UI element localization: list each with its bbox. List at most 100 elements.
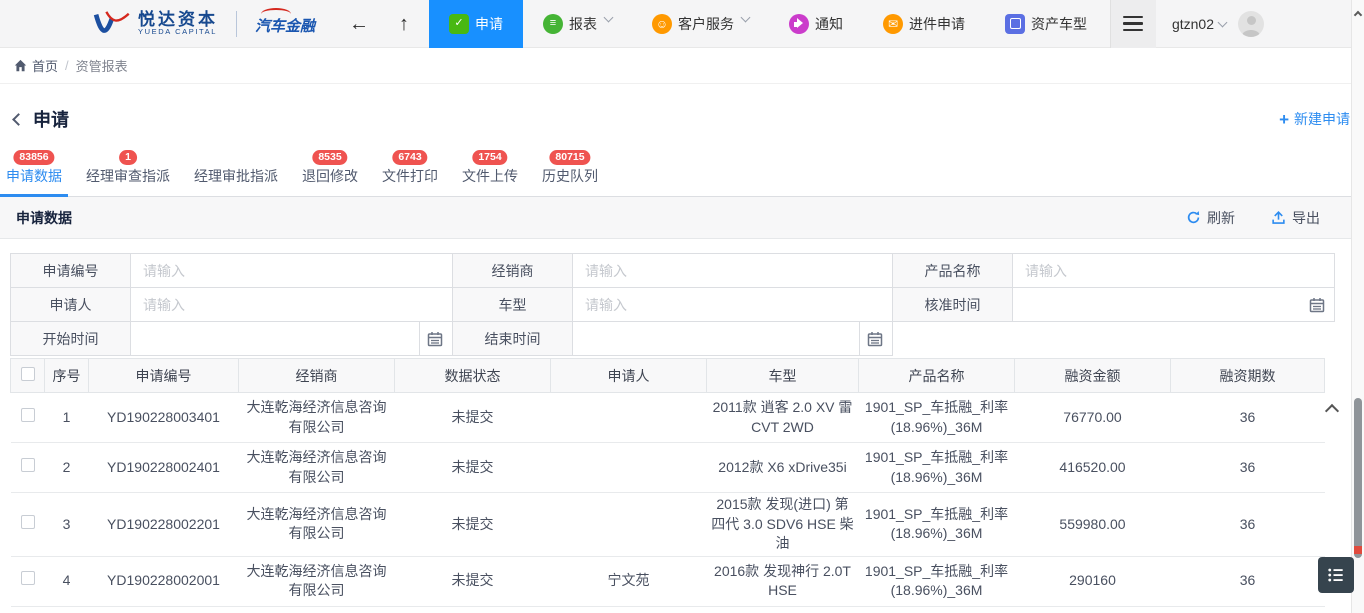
breadcrumb-current: 资管报表 <box>76 56 128 75</box>
tab-apply-data[interactable]: 83856 申请数据 <box>4 150 64 196</box>
cell-applicant: 夏梓航 <box>551 606 707 613</box>
apply-icon: ✓ <box>449 14 469 34</box>
export-button[interactable]: 导出 <box>1271 208 1320 228</box>
cell-status: 未提交 <box>395 556 551 606</box>
scrollbar-marker <box>1354 546 1362 554</box>
cell-amount: 559980.00 <box>1015 493 1171 557</box>
table-row[interactable]: 4 YD190228002001 大连乾海经济信息咨询有限公司 未提交 宁文苑 … <box>11 556 1325 606</box>
up-arrow-icon[interactable]: ↑ <box>399 14 409 34</box>
scrollbar-up-arrow-icon[interactable] <box>1354 11 1362 19</box>
calendar-icon[interactable] <box>1309 297 1325 313</box>
tab-history-queue[interactable]: 80715 历史队列 <box>540 150 600 196</box>
cell-applicant <box>551 393 707 443</box>
back-chevron-icon[interactable] <box>12 113 25 126</box>
nav-item-apply[interactable]: ✓ 申请 <box>429 0 523 48</box>
applications-table: 序号 申请编号 经销商 数据状态 申请人 车型 产品名称 融资金额 融资期数 1… <box>10 358 1325 613</box>
start-time-input[interactable] <box>131 323 452 355</box>
cell-amount: 416520.00 <box>1015 443 1171 493</box>
cell-dealer: 大连乾海经济信息咨询有限公司 <box>239 443 395 493</box>
cell-no: 1 <box>45 393 89 443</box>
panel-actions: 刷新 导出 <box>1186 208 1320 228</box>
applicant-input[interactable] <box>131 289 452 321</box>
filter-label-dealer: 经销商 <box>453 254 573 288</box>
chevron-down-icon <box>741 12 751 22</box>
end-time-input[interactable] <box>573 323 892 355</box>
nav-item-label: 申请 <box>475 14 503 34</box>
apply-no-input[interactable] <box>131 255 452 287</box>
select-all-checkbox[interactable] <box>21 367 35 381</box>
username: gtzn02 <box>1172 16 1214 32</box>
nav-item-report[interactable]: ≡ 报表 <box>523 0 632 48</box>
table-row[interactable]: 5 YD190228001901 大连乾海经济信息咨询有限公司 拒绝 夏梓航 2… <box>11 606 1325 613</box>
row-checkbox[interactable] <box>21 515 35 529</box>
avatar[interactable] <box>1238 11 1264 37</box>
filter-label-model: 车型 <box>453 288 573 322</box>
refresh-icon <box>1186 210 1201 225</box>
filter-label-product: 产品名称 <box>893 254 1013 288</box>
page-scrollbar[interactable] <box>1351 0 1364 613</box>
page-title-row: 申请 + 新建申请 <box>0 104 1364 134</box>
breadcrumb-home[interactable]: 首页 <box>14 56 58 75</box>
chevron-down-icon <box>1218 17 1228 27</box>
nav-item-asset-models[interactable]: 资产车型 <box>985 0 1107 48</box>
cell-amount: 76770.00 <box>1015 393 1171 443</box>
nav-menu: ✓ 申请 ≡ 报表 ☺ 客户服务 通知 ✉ 进件申请 <box>429 0 1107 48</box>
calendar-icon[interactable] <box>867 331 883 347</box>
table-scroll-up-icon[interactable] <box>1325 404 1339 418</box>
cell-apply-no: YD190228003401 <box>89 393 239 443</box>
column-settings-floating-button[interactable] <box>1318 557 1354 593</box>
product-input[interactable] <box>1013 255 1334 287</box>
tab-file-print[interactable]: 6743 文件打印 <box>380 150 440 196</box>
row-checkbox[interactable] <box>21 408 35 422</box>
cell-amount: 290160 <box>1015 556 1171 606</box>
tab-manager-review-assign[interactable]: 1 经理审查指派 <box>84 150 172 196</box>
tab-manager-approve-assign[interactable]: 经理审批指派 <box>192 150 280 196</box>
table-row[interactable]: 2 YD190228002401 大连乾海经济信息咨询有限公司 未提交 2012… <box>11 443 1325 493</box>
nav-item-notification[interactable]: 通知 <box>769 0 863 48</box>
cell-status: 未提交 <box>395 493 551 557</box>
nav-item-label: 报表 <box>569 14 597 34</box>
breadcrumb-separator: / <box>65 58 69 73</box>
hamburger-menu-icon[interactable] <box>1110 0 1156 48</box>
cell-status: 未提交 <box>395 443 551 493</box>
cell-status: 未提交 <box>395 393 551 443</box>
row-checkbox[interactable] <box>21 571 35 585</box>
tab-file-upload[interactable]: 1754 文件上传 <box>460 150 520 196</box>
nav-item-customer-service[interactable]: ☺ 客户服务 <box>632 0 769 48</box>
cell-divider <box>859 322 860 355</box>
tab-badge: 6743 <box>392 150 427 165</box>
calendar-icon[interactable] <box>427 331 443 347</box>
breadcrumb: 首页 / 资管报表 <box>0 48 1364 84</box>
filter-empty-cell <box>893 322 1335 356</box>
dealer-input[interactable] <box>573 255 892 287</box>
user-menu[interactable]: gtzn02 <box>1172 11 1264 37</box>
back-arrow-icon[interactable]: ← <box>349 14 369 34</box>
approve-time-input[interactable] <box>1013 289 1334 321</box>
logo-divider <box>236 11 237 37</box>
cell-model: 2012款 X6 xDrive35i <box>707 443 859 493</box>
cell-model: 2015款 发现(进口) 第四代 3.0 SDV6 HSE 柴油 <box>707 493 859 557</box>
scrollbar-thumb[interactable] <box>1354 398 1362 558</box>
cell-product: 1901_SP_车抵融_利率(18.96%)_36M <box>859 443 1015 493</box>
home-icon <box>14 59 27 72</box>
filter-label-start-time: 开始时间 <box>11 322 131 356</box>
cell-apply-no: YD190228002201 <box>89 493 239 557</box>
cell-model: 2011款 逍客 2.0 XV 雷CVT 2WD <box>707 393 859 443</box>
row-checkbox[interactable] <box>21 458 35 472</box>
report-icon: ≡ <box>543 14 563 34</box>
nav-item-incoming-apply[interactable]: ✉ 进件申请 <box>863 0 985 48</box>
brand-text: 悦达资本 YUEDA CAPITAL <box>138 11 218 37</box>
col-header-apply-no: 申请编号 <box>89 359 239 393</box>
table-row[interactable]: 1 YD190228003401 大连乾海经济信息咨询有限公司 未提交 2011… <box>11 393 1325 443</box>
refresh-button[interactable]: 刷新 <box>1186 208 1235 228</box>
list-icon <box>1326 565 1346 585</box>
cell-no: 4 <box>45 556 89 606</box>
cell-periods: 36 <box>1171 493 1325 557</box>
model-input[interactable] <box>573 289 892 321</box>
new-application-button[interactable]: + 新建申请 <box>1279 109 1350 129</box>
col-header-status: 数据状态 <box>395 359 551 393</box>
tab-label: 文件打印 <box>382 168 438 184</box>
tab-returned-for-edit[interactable]: 8535 退回修改 <box>300 150 360 196</box>
cell-model: 2016款 发现神行 2.0T HSE <box>707 556 859 606</box>
table-row[interactable]: 3 YD190228002201 大连乾海经济信息咨询有限公司 未提交 2015… <box>11 493 1325 557</box>
